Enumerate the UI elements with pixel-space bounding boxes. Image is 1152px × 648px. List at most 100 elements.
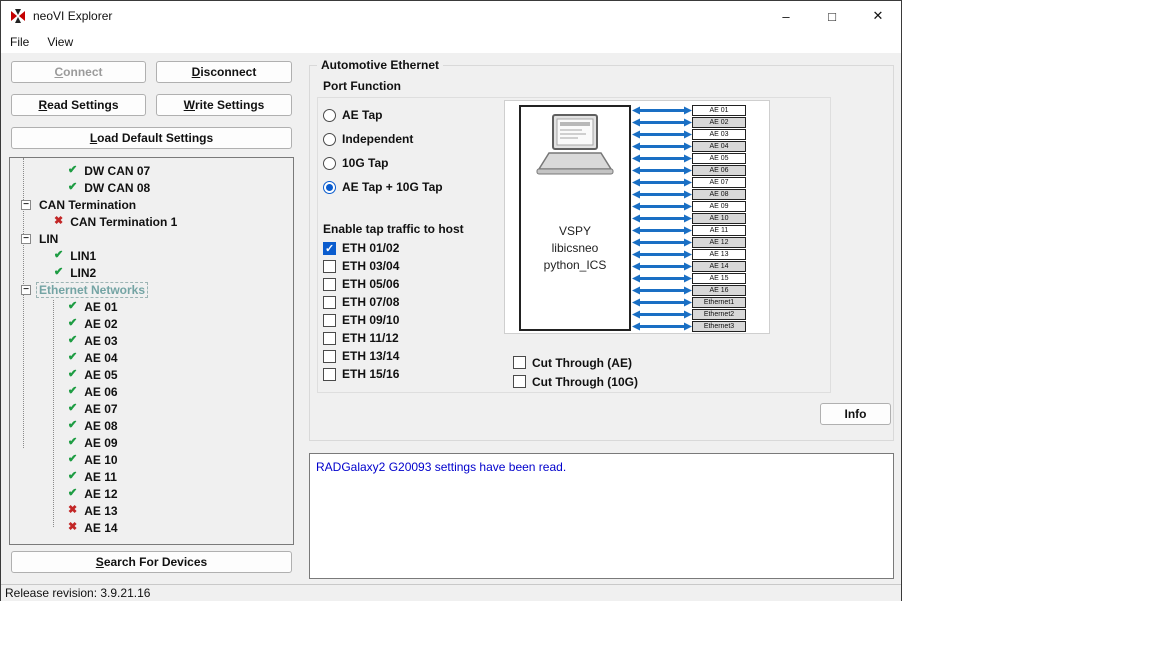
enable-tap-traffic-label: Enable tap traffic to host	[323, 222, 464, 236]
info-button[interactable]: Info	[820, 403, 891, 425]
tree-item-ae-08[interactable]: ✔AE 08	[10, 417, 293, 434]
window-controls: – □ ✕	[763, 1, 901, 31]
radio-icon	[323, 157, 336, 170]
host-label: python_ICS	[544, 257, 607, 274]
enabled-check-icon: ✔	[54, 250, 63, 261]
maximize-icon[interactable]: □	[809, 1, 855, 31]
collapse-icon[interactable]: −	[21, 234, 31, 244]
port-column: AE 01AE 02AE 03AE 04AE 05AE 06AE 07AE 08…	[692, 105, 746, 333]
tree-item-ethernet-networks[interactable]: −Ethernet Networks	[10, 281, 293, 298]
host-labels: VSPYlibicsneopython_ICS	[544, 223, 607, 274]
window-title: neoVI Explorer	[33, 9, 112, 23]
load-default-settings-button[interactable]: Load Default Settings	[11, 127, 292, 149]
device-tree[interactable]: ✔DW CAN 07✔DW CAN 08−CAN Termination✖CAN…	[9, 157, 294, 545]
tree-item-ae-14[interactable]: ✖AE 14	[10, 519, 293, 536]
cut-through-group: Cut Through (AE)Cut Through (10G)	[513, 353, 638, 391]
radio-icon	[323, 133, 336, 146]
tree-item-dw-can-07[interactable]: ✔DW CAN 07	[10, 162, 293, 179]
port-ae-04: AE 04	[692, 141, 746, 152]
tree-item-lin2[interactable]: ✔LIN2	[10, 264, 293, 281]
radio-10g-tap[interactable]: 10G Tap	[323, 151, 443, 175]
option-label: ETH 05/06	[342, 277, 399, 291]
checkbox-eth-05-06[interactable]: ETH 05/06	[323, 275, 399, 293]
radio-icon	[323, 109, 336, 122]
tree-item-label: AE 11	[81, 469, 120, 485]
tree-item-lin[interactable]: −LIN	[10, 230, 293, 247]
close-icon[interactable]: ✕	[855, 1, 901, 31]
menu-view[interactable]: View	[38, 31, 82, 53]
minimize-icon[interactable]: –	[763, 1, 809, 31]
checkbox-cut-through-ae-[interactable]: Cut Through (AE)	[513, 353, 638, 372]
tree-item-ae-11[interactable]: ✔AE 11	[10, 468, 293, 485]
tree-item-ae-09[interactable]: ✔ AE 09	[10, 434, 293, 451]
option-label: AE Tap + 10G Tap	[342, 180, 443, 194]
tree-item-label: CAN Termination 1	[67, 214, 180, 230]
tree-item-ae-02[interactable]: ✔AE 02	[10, 315, 293, 332]
option-label: ETH 01/02	[342, 241, 399, 255]
checkbox-eth-07-08[interactable]: ETH 07/08	[323, 293, 399, 311]
port-ae-05: AE 05	[692, 153, 746, 164]
write-settings-button[interactable]: Write Settings	[156, 94, 292, 116]
tree-item-ae-05[interactable]: ✔AE 05	[10, 366, 293, 383]
checkbox-eth-03-04[interactable]: ETH 03/04	[323, 257, 399, 275]
tree-item-ae-13[interactable]: ✖AE 13	[10, 502, 293, 519]
port-ae-02: AE 02	[692, 117, 746, 128]
port-ae-15: AE 15	[692, 273, 746, 284]
port-ae-13: AE 13	[692, 249, 746, 260]
laptop-icon	[529, 113, 621, 177]
port-ae-14: AE 14	[692, 261, 746, 272]
log-panel: RADGalaxy2 G20093 settings have been rea…	[309, 453, 894, 579]
tree-item-ae-10[interactable]: ✔ AE 10	[10, 451, 293, 468]
option-label: ETH 07/08	[342, 295, 399, 309]
tree-item-label: AE 13	[81, 503, 120, 519]
checkbox-cut-through-10g-[interactable]: Cut Through (10G)	[513, 372, 638, 391]
checkbox-eth-15-16[interactable]: ETH 15/16	[323, 365, 399, 383]
enabled-check-icon: ✔	[68, 318, 77, 329]
enabled-check-icon: ✔	[68, 369, 77, 380]
checkbox-icon	[323, 350, 336, 363]
search-for-devices-button[interactable]: Search For Devices	[11, 551, 292, 573]
tree-item-ae-07[interactable]: ✔AE 07	[10, 400, 293, 417]
menu-bar: File View	[1, 31, 901, 53]
enabled-check-icon: ✔	[68, 437, 77, 448]
disconnect-button[interactable]: Disconnect	[156, 61, 292, 83]
port-ae-10: AE 10	[692, 213, 746, 224]
tree-item-ae-04[interactable]: ✔AE 04	[10, 349, 293, 366]
checkbox-icon	[323, 260, 336, 273]
tree-item-label: AE 09	[81, 435, 120, 451]
checkbox-icon	[323, 314, 336, 327]
port-ae-16: AE 16	[692, 285, 746, 296]
tree-item-label: AE 10	[81, 452, 120, 468]
tree-item-can-termination-1[interactable]: ✖CAN Termination 1	[10, 213, 293, 230]
tree-item-label: LIN	[36, 231, 61, 247]
read-settings-button[interactable]: Read Settings	[11, 94, 146, 116]
tree-item-label: AE 14	[81, 520, 120, 536]
radio-ae-tap-10g-tap[interactable]: AE Tap + 10G Tap	[323, 175, 443, 199]
tree-item-dw-can-08[interactable]: ✔DW CAN 08	[10, 179, 293, 196]
port-ae-03: AE 03	[692, 129, 746, 140]
radio-independent[interactable]: Independent	[323, 127, 443, 151]
checkbox-eth-01-02[interactable]: ETH 01/02	[323, 239, 399, 257]
checkbox-eth-09-10[interactable]: ETH 09/10	[323, 311, 399, 329]
tree-item-label: AE 07	[81, 401, 120, 417]
tree-item-can-termination[interactable]: −CAN Termination	[10, 196, 293, 213]
collapse-icon[interactable]: −	[21, 200, 31, 210]
menu-file[interactable]: File	[1, 31, 38, 53]
tree-item-ae-03[interactable]: ✔AE 03	[10, 332, 293, 349]
checkbox-icon	[513, 356, 526, 369]
tree-item-ae-01[interactable]: ✔AE 01	[10, 298, 293, 315]
checkbox-eth-11-12[interactable]: ETH 11/12	[323, 329, 399, 347]
port-function-radios: AE TapIndependent 10G Tap AE Tap + 10G Tap	[323, 103, 443, 199]
tree-item-ae-06[interactable]: ✔AE 06	[10, 383, 293, 400]
tree-item-label: AE 01	[81, 299, 120, 315]
collapse-icon[interactable]: −	[21, 285, 31, 295]
enabled-check-icon: ✔	[68, 454, 77, 465]
connect-button[interactable]: Connect	[11, 61, 146, 83]
option-label: 10G Tap	[342, 156, 388, 170]
option-label: ETH 09/10	[342, 313, 399, 327]
tree-item-label: AE 08	[81, 418, 120, 434]
radio-ae-tap[interactable]: AE Tap	[323, 103, 443, 127]
tree-item-lin1[interactable]: ✔LIN1	[10, 247, 293, 264]
checkbox-eth-13-14[interactable]: ETH 13/14	[323, 347, 399, 365]
tree-item-ae-12[interactable]: ✔AE 12	[10, 485, 293, 502]
